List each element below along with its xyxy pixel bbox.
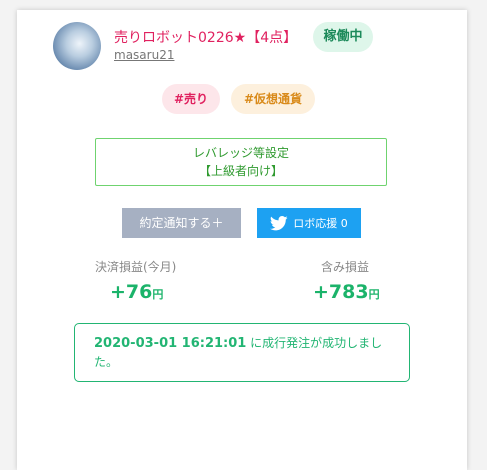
realized-pl-value: +76円 bbox=[110, 281, 163, 303]
robot-avatar[interactable] bbox=[53, 22, 101, 70]
robot-name[interactable]: 売りロボット0226 bbox=[114, 30, 234, 46]
robot-card: 売りロボット0226★【4点】 稼働中 masaru21 #売り #仮想通貨 レ… bbox=[17, 10, 467, 470]
unrealized-pl-number: +783 bbox=[313, 281, 369, 303]
leverage-sublabel: 【上級者向け】 bbox=[198, 164, 283, 178]
robot-rating: 【4点】 bbox=[246, 30, 298, 46]
unrealized-pl-unit: 円 bbox=[368, 288, 380, 301]
unrealized-pl-value: +783円 bbox=[313, 281, 380, 303]
twitter-bird-icon bbox=[270, 215, 288, 230]
support-label: ロボ応援 0 bbox=[293, 217, 348, 230]
order-log: 2020-03-01 16:21:01 に成行発注が成功しました。 bbox=[74, 323, 410, 382]
notify-button[interactable]: 約定通知する＋ bbox=[122, 208, 241, 238]
username-link[interactable]: masaru21 bbox=[114, 48, 174, 62]
status-badge: 稼働中 bbox=[313, 22, 373, 52]
leverage-settings-button[interactable]: レバレッジ等設定 【上級者向け】 bbox=[95, 138, 387, 186]
tag-sell[interactable]: #売り bbox=[162, 84, 220, 114]
support-button[interactable]: ロボ応援 0 bbox=[257, 208, 361, 238]
realized-pl-unit: 円 bbox=[152, 288, 164, 301]
log-timestamp: 2020-03-01 16:21:01 bbox=[94, 336, 247, 351]
leverage-label: レバレッジ等設定 bbox=[192, 146, 289, 160]
robot-title[interactable]: 売りロボット0226★【4点】 bbox=[114, 27, 297, 47]
star-icon: ★ bbox=[233, 30, 247, 46]
realized-pl-label: 決済損益(今月) bbox=[95, 260, 177, 274]
realized-pl-number: +76 bbox=[110, 281, 153, 303]
tag-crypto[interactable]: #仮想通貨 bbox=[231, 84, 315, 114]
unrealized-pl-label: 含み損益 bbox=[321, 260, 370, 274]
